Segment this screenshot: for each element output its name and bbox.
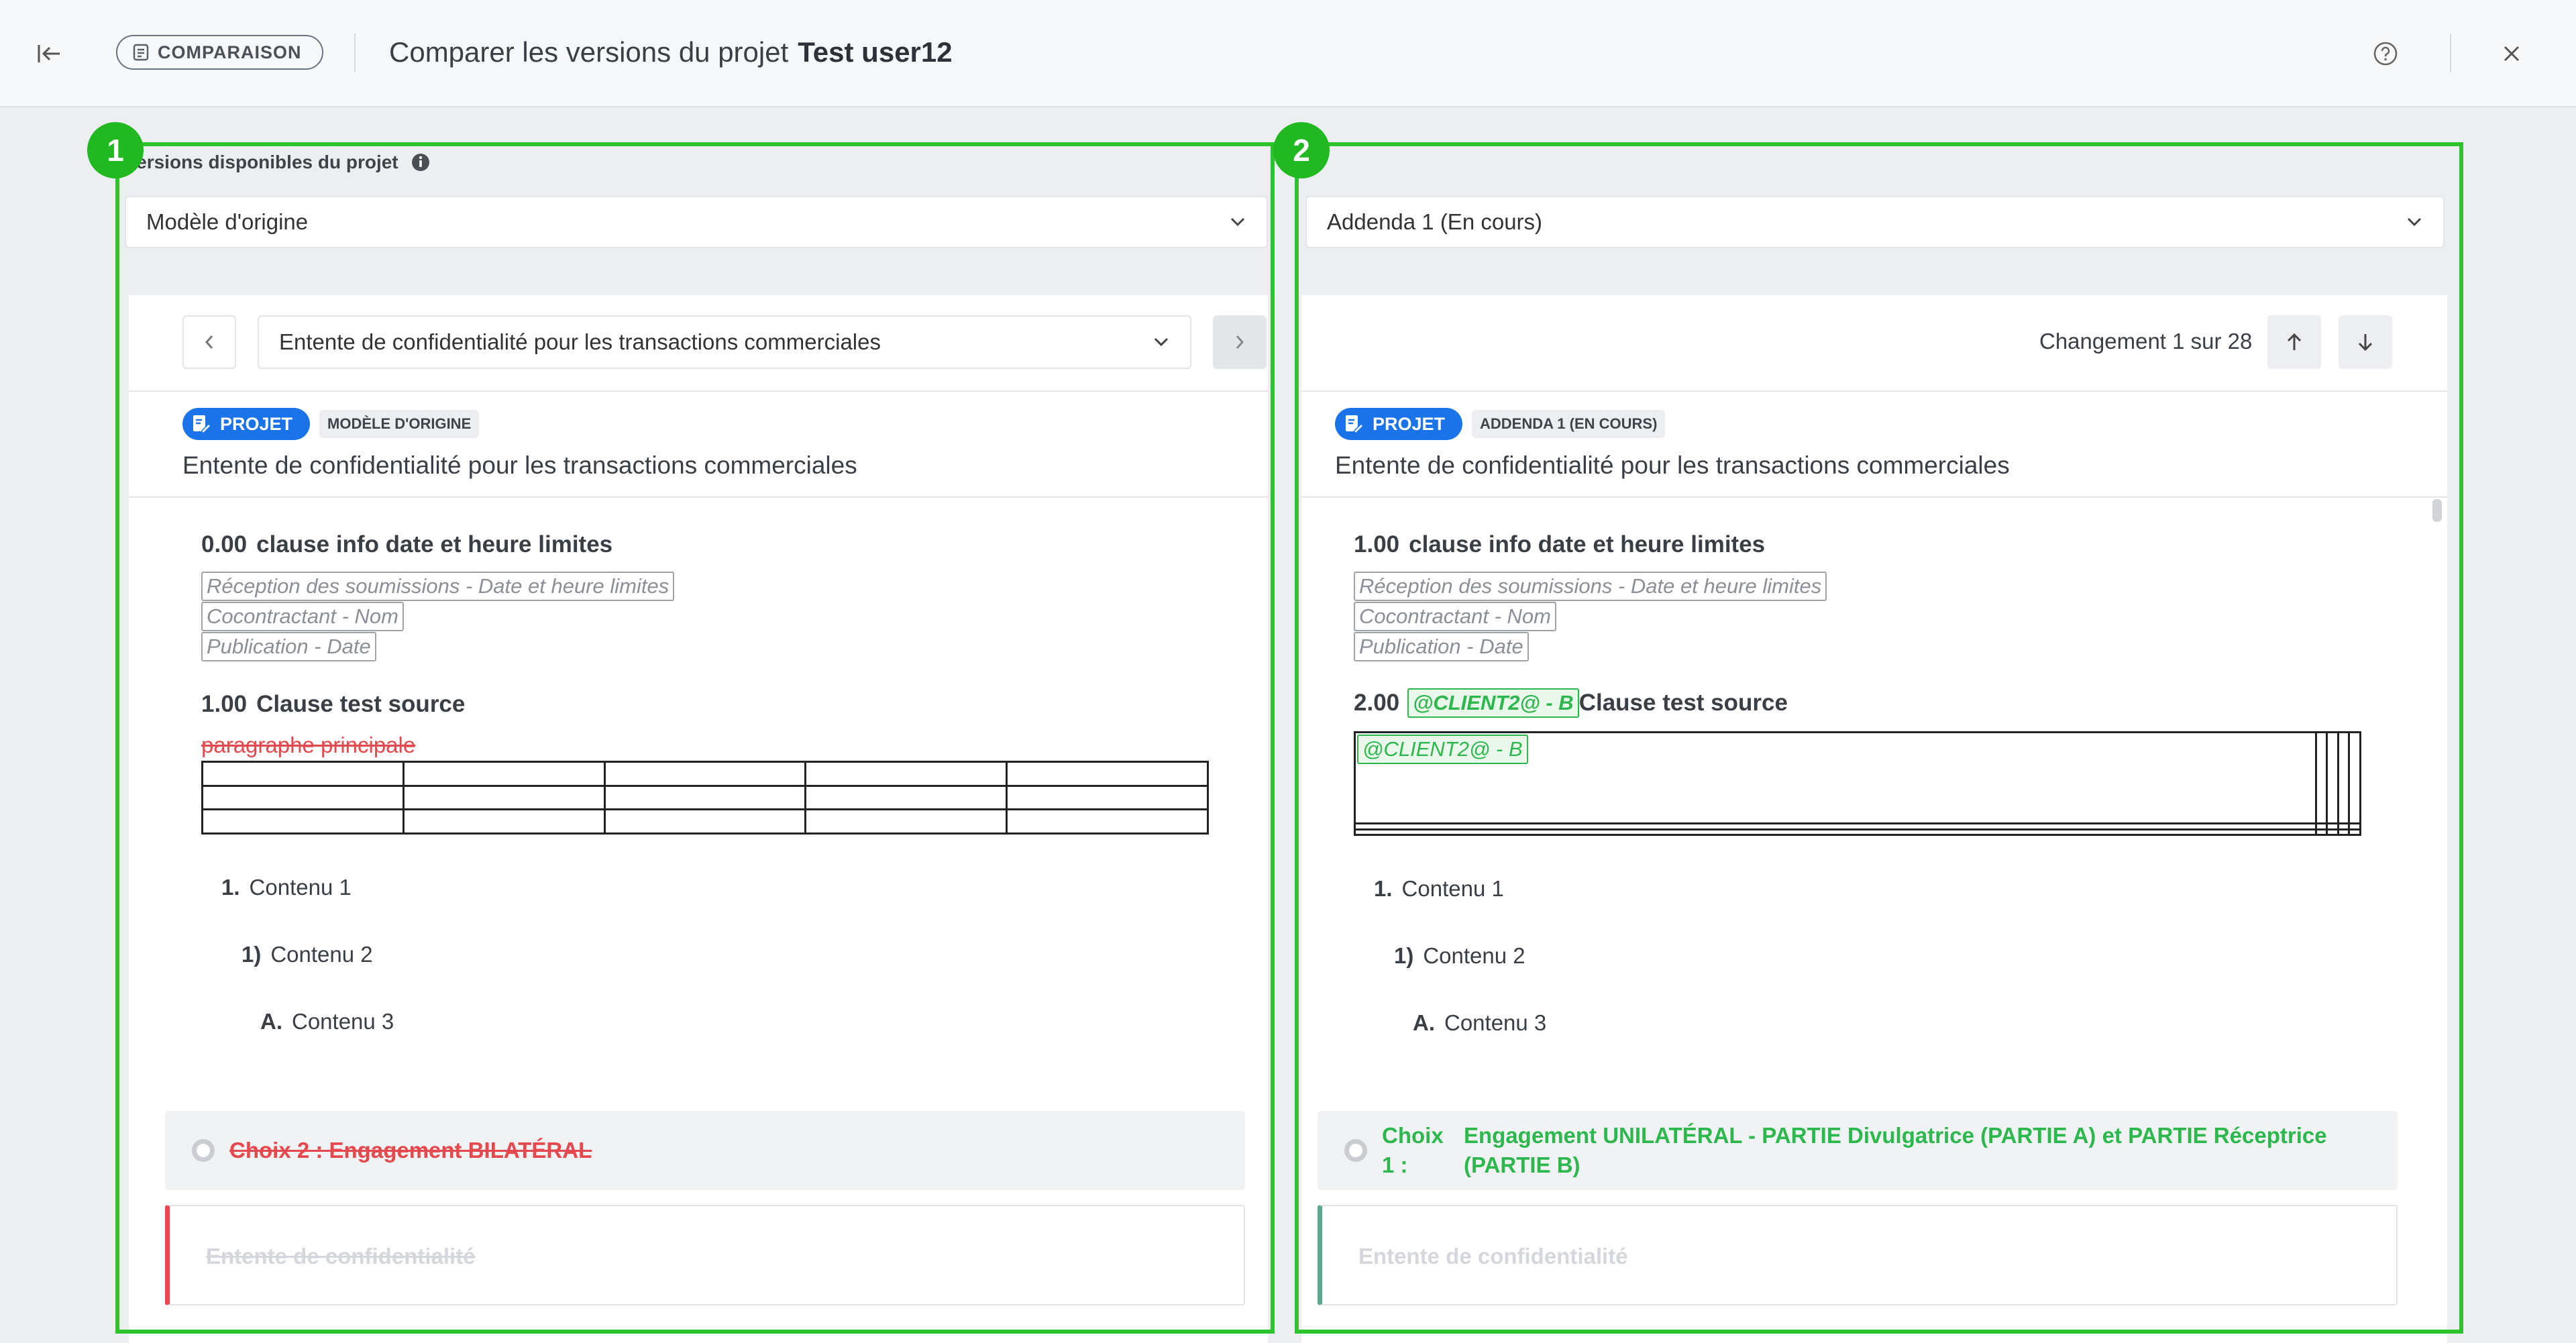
highlight-frame-right: [1295, 142, 2463, 1334]
page-title-text: Comparer les versions du projet: [389, 36, 789, 68]
header-divider-right: [2450, 34, 2451, 72]
page-title: Comparer les versions du projet Test use…: [389, 34, 953, 71]
comparison-badge-label: COMPARAISON: [158, 42, 302, 62]
close-button[interactable]: [2497, 39, 2526, 68]
document-icon: [133, 44, 149, 61]
header-divider: [354, 34, 356, 72]
collapse-panel-button[interactable]: [35, 39, 64, 68]
help-button[interactable]: [2369, 38, 2402, 70]
highlight-frame-left: [115, 142, 1275, 1334]
step-marker: 2: [1273, 122, 1330, 178]
collapse-left-icon: [38, 45, 60, 62]
help-icon: [2373, 42, 2398, 66]
comparison-badge: COMPARAISON: [116, 35, 323, 70]
close-icon: [2504, 46, 2520, 62]
step-marker: 1: [87, 122, 144, 178]
top-bar: [0, 0, 2576, 107]
project-name: Test user12: [798, 36, 953, 68]
